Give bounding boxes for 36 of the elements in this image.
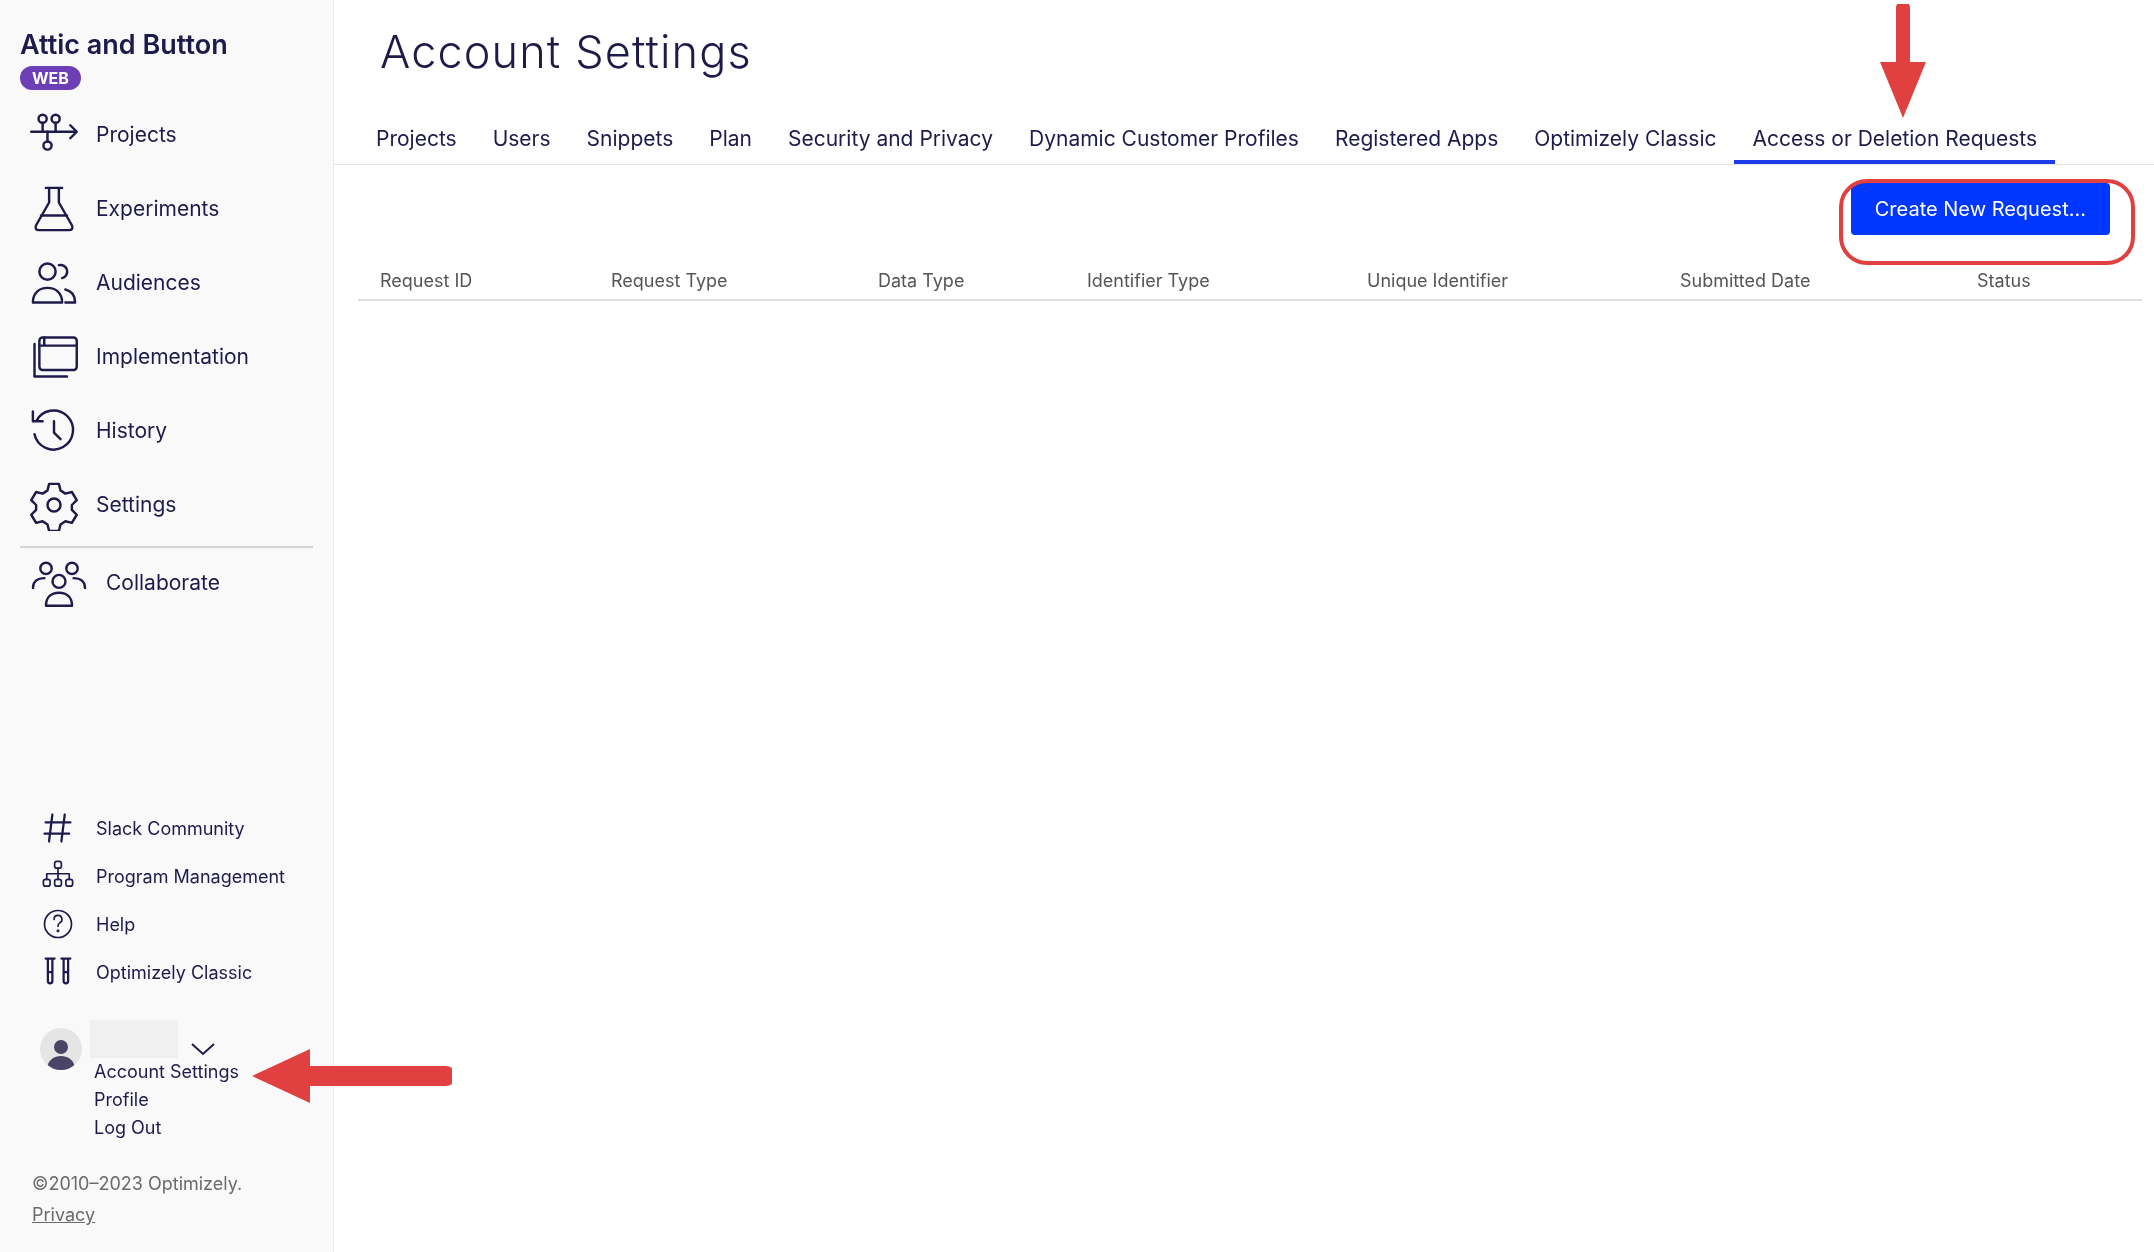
footer-link[interactable]: Slack Community	[40, 804, 313, 852]
user-menu-item[interactable]: Account Settings	[94, 1058, 239, 1086]
tab[interactable]: Snippets	[568, 116, 692, 165]
column-header: Status	[1976, 268, 2032, 293]
copyright: ©2010–2023 Optimizely.	[31, 1172, 244, 1196]
column-header: Submitted Date	[1679, 268, 1812, 293]
tab[interactable]: Registered Apps	[1316, 116, 1517, 165]
column-header: Unique Identifier	[1366, 268, 1510, 293]
footer-link[interactable]: Program Management	[40, 852, 313, 900]
user-menu-item[interactable]: Log Out	[94, 1114, 239, 1142]
privacy-link[interactable]: Privacy	[20, 1201, 96, 1228]
column-header: Request ID	[379, 268, 474, 293]
tab[interactable]: Projects	[358, 116, 475, 165]
nav-item[interactable]: Experiments	[20, 171, 313, 246]
nav-item[interactable]: Settings	[20, 467, 313, 542]
footer-link[interactable]: Optimizely Classic	[40, 948, 313, 996]
page-title: Account Settings	[379, 24, 753, 81]
footer-link[interactable]: Help	[40, 900, 313, 948]
nav-item[interactable]: Audiences	[20, 245, 313, 320]
tab[interactable]: Optimizely Classic	[1516, 116, 1735, 165]
nav-item[interactable]: Projects	[20, 97, 313, 172]
nav-item[interactable]: History	[20, 393, 313, 468]
tab[interactable]: Access or Deletion Requests	[1734, 116, 2056, 165]
create-request-button[interactable]: Create New Request...	[1850, 183, 2110, 236]
project-title: Attic and Button	[20, 28, 229, 62]
nav-item[interactable]: Collaborate	[20, 547, 313, 618]
user-menu-item[interactable]: Profile	[94, 1086, 239, 1114]
tab[interactable]: Dynamic Customer Profiles	[1011, 116, 1317, 165]
column-header: Request Type	[610, 268, 729, 293]
nav-item[interactable]: Implementation	[20, 319, 313, 394]
platform-badge: WEB	[20, 65, 81, 90]
column-header: Data Type	[877, 268, 966, 293]
tab[interactable]: Security and Privacy	[770, 116, 1011, 165]
tab[interactable]: Plan	[691, 116, 770, 165]
tab[interactable]: Users	[474, 116, 569, 165]
column-header: Identifier Type	[1086, 268, 1211, 293]
